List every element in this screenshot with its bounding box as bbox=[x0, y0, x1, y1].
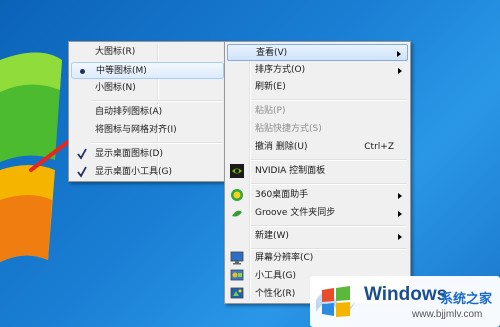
menu-item-nvidia-control-panel[interactable]: NVIDIA 控制面板 bbox=[227, 163, 408, 180]
view-submenu: 大图标(R) 中等图标(M) 小图标(N) 自动排列图标(A) 将图标与网格对齐… bbox=[68, 41, 227, 182]
menu-item-align-to-grid[interactable]: 将图标与网格对齐(I) bbox=[71, 122, 224, 139]
menu-separator bbox=[251, 225, 407, 227]
nvidia-icon bbox=[230, 164, 244, 178]
submenu-arrow-icon bbox=[398, 234, 402, 240]
submenu-arrow-icon bbox=[397, 51, 401, 57]
gadgets-icon bbox=[230, 269, 244, 281]
menu-separator bbox=[251, 183, 407, 185]
submenu-arrow-icon bbox=[398, 68, 402, 74]
menu-separator bbox=[251, 159, 407, 161]
menu-item-medium-icons[interactable]: 中等图标(M) bbox=[71, 62, 224, 79]
groove-icon bbox=[232, 210, 242, 217]
menu-item-screen-resolution[interactable]: 屏幕分辨率(C) bbox=[227, 250, 408, 267]
submenu-arrow-icon bbox=[398, 211, 402, 217]
menu-item-groove-sync[interactable]: Groove 文件夹同步 bbox=[227, 205, 408, 222]
menu-item-large-icons[interactable]: 大图标(R) bbox=[71, 44, 224, 61]
menu-item-show-desktop-icons[interactable]: 显示桌面图标(D) bbox=[71, 146, 224, 163]
menu-item-show-desktop-gadgets[interactable]: 显示桌面小工具(G) bbox=[71, 164, 224, 181]
radio-selected-icon bbox=[80, 69, 85, 74]
menu-item-paste-shortcut[interactable]: 粘贴快捷方式(S) bbox=[227, 121, 408, 138]
menu-item-sort-by[interactable]: 排序方式(O) bbox=[227, 62, 408, 79]
menu-separator bbox=[91, 142, 223, 144]
desktop-context-menu: 查看(V) 排序方式(O) 刷新(E) 粘贴(P) 粘贴快捷方式(S) 撤消 删… bbox=[224, 41, 411, 304]
menu-item-new[interactable]: 新建(W) bbox=[227, 228, 408, 245]
menu-item-refresh[interactable]: 刷新(E) bbox=[227, 79, 408, 96]
windows-logo-icon bbox=[316, 286, 356, 317]
site-watermark: Windows 系统之家 www.bjjmlv.com bbox=[310, 276, 500, 327]
menu-item-undo-delete[interactable]: 撤消 删除(U) Ctrl+Z bbox=[227, 139, 408, 156]
menu-item-small-icons[interactable]: 小图标(N) bbox=[71, 80, 224, 97]
checkmark-icon bbox=[77, 166, 87, 178]
360-icon bbox=[231, 189, 243, 201]
menu-separator bbox=[251, 99, 407, 101]
menu-item-360-desktop-assistant[interactable]: 360桌面助手 bbox=[227, 187, 408, 204]
menu-item-paste[interactable]: 粘贴(P) bbox=[227, 103, 408, 120]
menu-item-view[interactable]: 查看(V) bbox=[227, 44, 408, 61]
display-icon bbox=[230, 251, 244, 265]
personalize-icon bbox=[230, 287, 244, 299]
menu-item-auto-arrange[interactable]: 自动排列图标(A) bbox=[71, 104, 224, 121]
submenu-arrow-icon bbox=[398, 193, 402, 199]
menu-separator bbox=[91, 100, 223, 102]
checkmark-icon bbox=[77, 148, 87, 160]
